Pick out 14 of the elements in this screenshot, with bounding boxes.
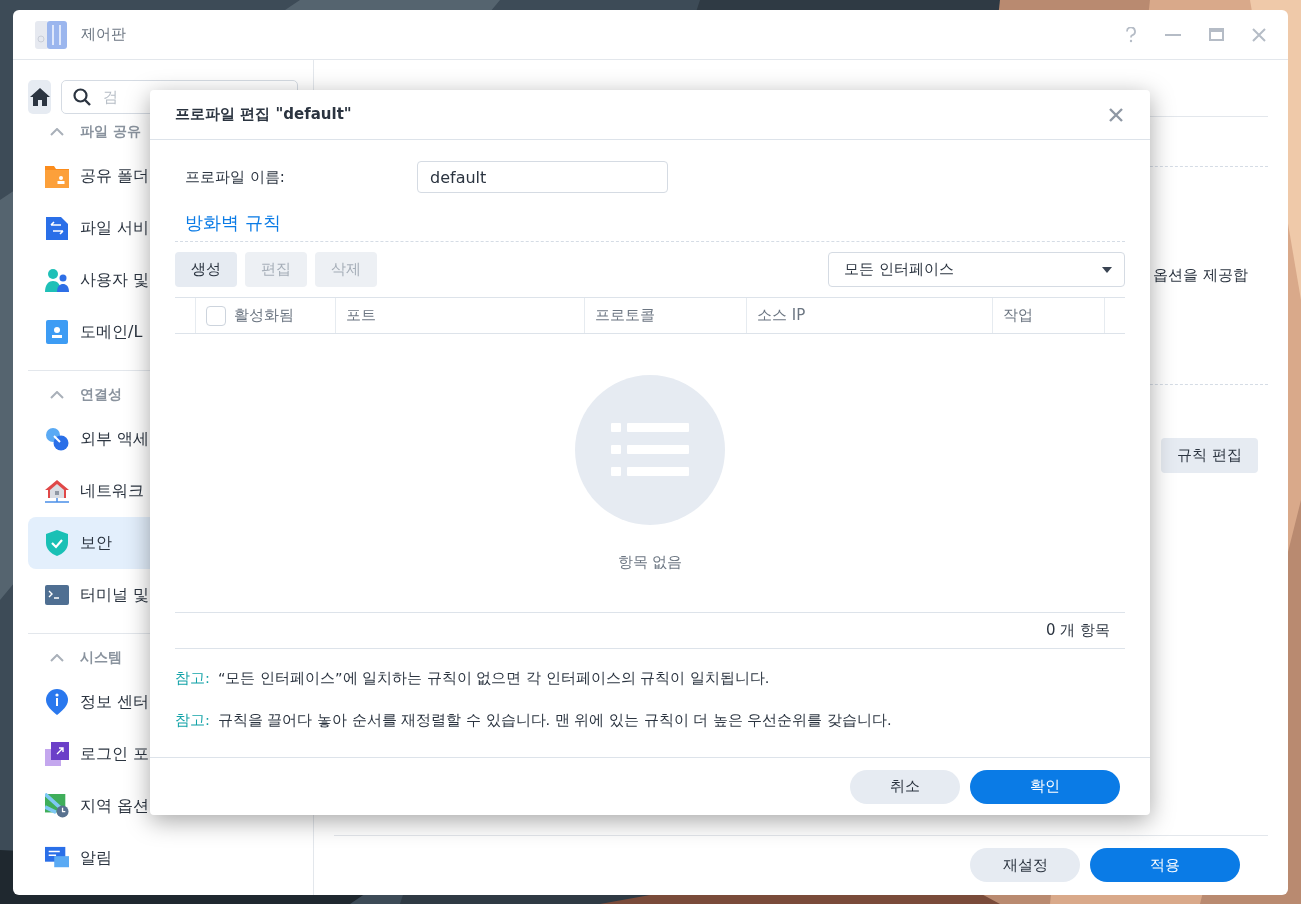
group-header: 파일 공유 [80, 123, 141, 141]
note-label: 참고: [175, 710, 210, 730]
field-label: 프로파일 이름: [184, 167, 286, 187]
description-text: 옵션을 제공합 [1153, 266, 1248, 285]
section-title: 방화벽 규칙 [185, 212, 281, 233]
empty-message: 항목 없음 [617, 553, 683, 572]
dialog-title: 프로파일 편집 "default" [175, 105, 352, 124]
note-text: “모든 인터페이스”에 일치하는 규칙이 없으면 각 인터페이스의 규칙이 일치됩니다. [217, 668, 770, 688]
group-header: 시스템 [80, 649, 122, 667]
window-title: 제어판 [81, 25, 126, 44]
item-count: 0 개 항목 [1045, 621, 1110, 640]
group-header: 연결성 [80, 386, 122, 404]
note-label: 참고: [175, 668, 210, 688]
note-text: 규칙을 끌어다 놓아 순서를 재정렬할 수 있습니다. 맨 위에 있는 규칙이 더 높은 우선순위를 갖습니다. [217, 710, 892, 730]
